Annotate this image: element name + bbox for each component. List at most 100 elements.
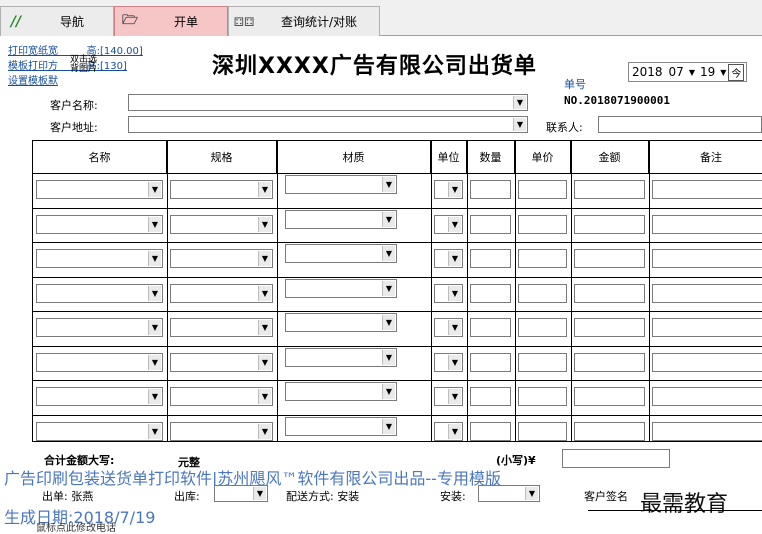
chevron-down-icon[interactable]: ▼ bbox=[448, 285, 461, 301]
cell-unit-price-input[interactable] bbox=[518, 387, 567, 406]
cell-quantity-input[interactable] bbox=[470, 352, 511, 372]
cell-name-combo[interactable]: ▼ bbox=[36, 283, 163, 303]
set-template-default-link[interactable]: 设置模板默 bbox=[8, 74, 143, 89]
chevron-down-icon[interactable]: ▼ bbox=[448, 182, 461, 197]
chevron-down-icon[interactable]: ▼ bbox=[718, 68, 728, 77]
cell-unit-combo[interactable]: ▼ bbox=[434, 352, 463, 372]
cell-amount-input[interactable] bbox=[574, 214, 645, 234]
cell-spec-combo[interactable]: ▼ bbox=[170, 387, 273, 406]
chevron-down-icon[interactable]: ▼ bbox=[258, 320, 271, 335]
cell-material-combo[interactable]: ▼ bbox=[285, 416, 397, 436]
chevron-down-icon[interactable]: ▼ bbox=[148, 320, 161, 335]
cell-quantity-input[interactable] bbox=[470, 421, 511, 441]
chevron-down-icon[interactable]: ▼ bbox=[253, 487, 266, 500]
chevron-down-icon[interactable]: ▼ bbox=[258, 251, 271, 266]
chevron-down-icon[interactable]: ▼ bbox=[382, 280, 395, 296]
cell-unit-price-input[interactable] bbox=[518, 249, 567, 268]
cell-spec-combo[interactable]: ▼ bbox=[170, 283, 273, 303]
today-button[interactable]: 今 bbox=[728, 63, 745, 81]
customer-address-combo[interactable]: ▼ bbox=[128, 116, 528, 133]
cell-name-combo[interactable]: ▼ bbox=[36, 318, 163, 337]
cell-remark-input[interactable] bbox=[652, 180, 762, 199]
chevron-down-icon[interactable]: ▼ bbox=[258, 423, 271, 439]
cell-unit-price-input[interactable] bbox=[518, 318, 567, 337]
cell-material-combo[interactable]: ▼ bbox=[285, 278, 397, 298]
chevron-down-icon[interactable]: ▼ bbox=[382, 246, 395, 261]
cell-remark-input[interactable] bbox=[652, 249, 762, 268]
cell-name-combo[interactable]: ▼ bbox=[36, 249, 163, 268]
cell-amount-input[interactable] bbox=[574, 180, 645, 199]
cell-name-combo[interactable]: ▼ bbox=[36, 387, 163, 406]
cell-quantity-input[interactable] bbox=[470, 283, 511, 303]
chevron-down-icon[interactable]: ▼ bbox=[448, 354, 461, 370]
cell-remark-input[interactable] bbox=[652, 421, 762, 441]
chevron-down-icon[interactable]: ▼ bbox=[382, 177, 395, 192]
chevron-down-icon[interactable]: ▼ bbox=[148, 285, 161, 301]
chevron-down-icon[interactable]: ▼ bbox=[258, 354, 271, 370]
cell-quantity-input[interactable] bbox=[470, 180, 511, 199]
chevron-down-icon[interactable]: ▼ bbox=[148, 423, 161, 439]
cell-name-combo[interactable]: ▼ bbox=[36, 352, 163, 372]
chevron-down-icon[interactable]: ▼ bbox=[525, 487, 538, 500]
chevron-down-icon[interactable]: ▼ bbox=[448, 423, 461, 439]
cell-spec-combo[interactable]: ▼ bbox=[170, 214, 273, 234]
cell-spec-combo[interactable]: ▼ bbox=[170, 318, 273, 337]
date-month[interactable]: 07 bbox=[666, 65, 687, 79]
chevron-down-icon[interactable]: ▼ bbox=[382, 418, 395, 434]
chevron-down-icon[interactable]: ▼ bbox=[148, 182, 161, 197]
cell-remark-input[interactable] bbox=[652, 283, 762, 303]
chevron-down-icon[interactable]: ▼ bbox=[382, 211, 395, 227]
cell-unit-price-input[interactable] bbox=[518, 214, 567, 234]
install-combo[interactable]: ▼ bbox=[478, 485, 540, 502]
cell-quantity-input[interactable] bbox=[470, 387, 511, 406]
chevron-down-icon[interactable]: ▼ bbox=[513, 118, 526, 131]
chevron-down-icon[interactable]: ▼ bbox=[513, 96, 526, 109]
cell-unit-price-input[interactable] bbox=[518, 283, 567, 303]
cell-unit-price-input[interactable] bbox=[518, 180, 567, 199]
contact-input[interactable] bbox=[598, 116, 762, 133]
cell-amount-input[interactable] bbox=[574, 283, 645, 303]
cell-amount-input[interactable] bbox=[574, 387, 645, 406]
chevron-down-icon[interactable]: ▼ bbox=[148, 216, 161, 232]
cell-material-combo[interactable]: ▼ bbox=[285, 313, 397, 332]
chevron-down-icon[interactable]: ▼ bbox=[382, 315, 395, 330]
background-image-hint[interactable]: 双击选 背图片 bbox=[70, 56, 97, 74]
date-picker[interactable]: 2018 07 ▼ 19 ▼ 今 bbox=[628, 62, 748, 82]
warehouse-combo[interactable]: ▼ bbox=[214, 485, 268, 502]
cell-remark-input[interactable] bbox=[652, 352, 762, 372]
cell-material-combo[interactable]: ▼ bbox=[285, 382, 397, 401]
cell-name-combo[interactable]: ▼ bbox=[36, 214, 163, 234]
cell-quantity-input[interactable] bbox=[470, 318, 511, 337]
chevron-down-icon[interactable]: ▼ bbox=[382, 349, 395, 365]
cell-name-combo[interactable]: ▼ bbox=[36, 180, 163, 199]
chevron-down-icon[interactable]: ▼ bbox=[448, 389, 461, 404]
cell-material-combo[interactable]: ▼ bbox=[285, 347, 397, 367]
total-lower-input[interactable] bbox=[562, 449, 670, 468]
cell-name-combo[interactable]: ▼ bbox=[36, 421, 163, 441]
tab-query-stats[interactable]: ⚃⚃ 查询统计/对账 bbox=[228, 6, 380, 36]
chevron-down-icon[interactable]: ▼ bbox=[258, 389, 271, 404]
chevron-down-icon[interactable]: ▼ bbox=[448, 216, 461, 232]
cell-unit-price-input[interactable] bbox=[518, 421, 567, 441]
cell-unit-combo[interactable]: ▼ bbox=[434, 283, 463, 303]
edit-phone-hint[interactable]: 鼠标点此修改电话 bbox=[36, 519, 116, 534]
cell-amount-input[interactable] bbox=[574, 352, 645, 372]
customer-name-combo[interactable]: ▼ bbox=[128, 94, 528, 111]
cell-unit-combo[interactable]: ▼ bbox=[434, 387, 463, 406]
tab-open-order[interactable]: 🗁 开单 bbox=[114, 6, 228, 36]
chevron-down-icon[interactable]: ▼ bbox=[148, 389, 161, 404]
cell-remark-input[interactable] bbox=[652, 387, 762, 406]
cell-spec-combo[interactable]: ▼ bbox=[170, 249, 273, 268]
chevron-down-icon[interactable]: ▼ bbox=[258, 216, 271, 232]
date-day[interactable]: 19 bbox=[697, 65, 718, 79]
cell-quantity-input[interactable] bbox=[470, 214, 511, 234]
date-year[interactable]: 2018 bbox=[629, 65, 666, 79]
cell-spec-combo[interactable]: ▼ bbox=[170, 352, 273, 372]
cell-amount-input[interactable] bbox=[574, 421, 645, 441]
cell-unit-price-input[interactable] bbox=[518, 352, 567, 372]
chevron-down-icon[interactable]: ▼ bbox=[258, 285, 271, 301]
cell-unit-combo[interactable]: ▼ bbox=[434, 214, 463, 234]
cell-material-combo[interactable]: ▼ bbox=[285, 244, 397, 263]
chevron-down-icon[interactable]: ▼ bbox=[448, 320, 461, 335]
chevron-down-icon[interactable]: ▼ bbox=[258, 182, 271, 197]
